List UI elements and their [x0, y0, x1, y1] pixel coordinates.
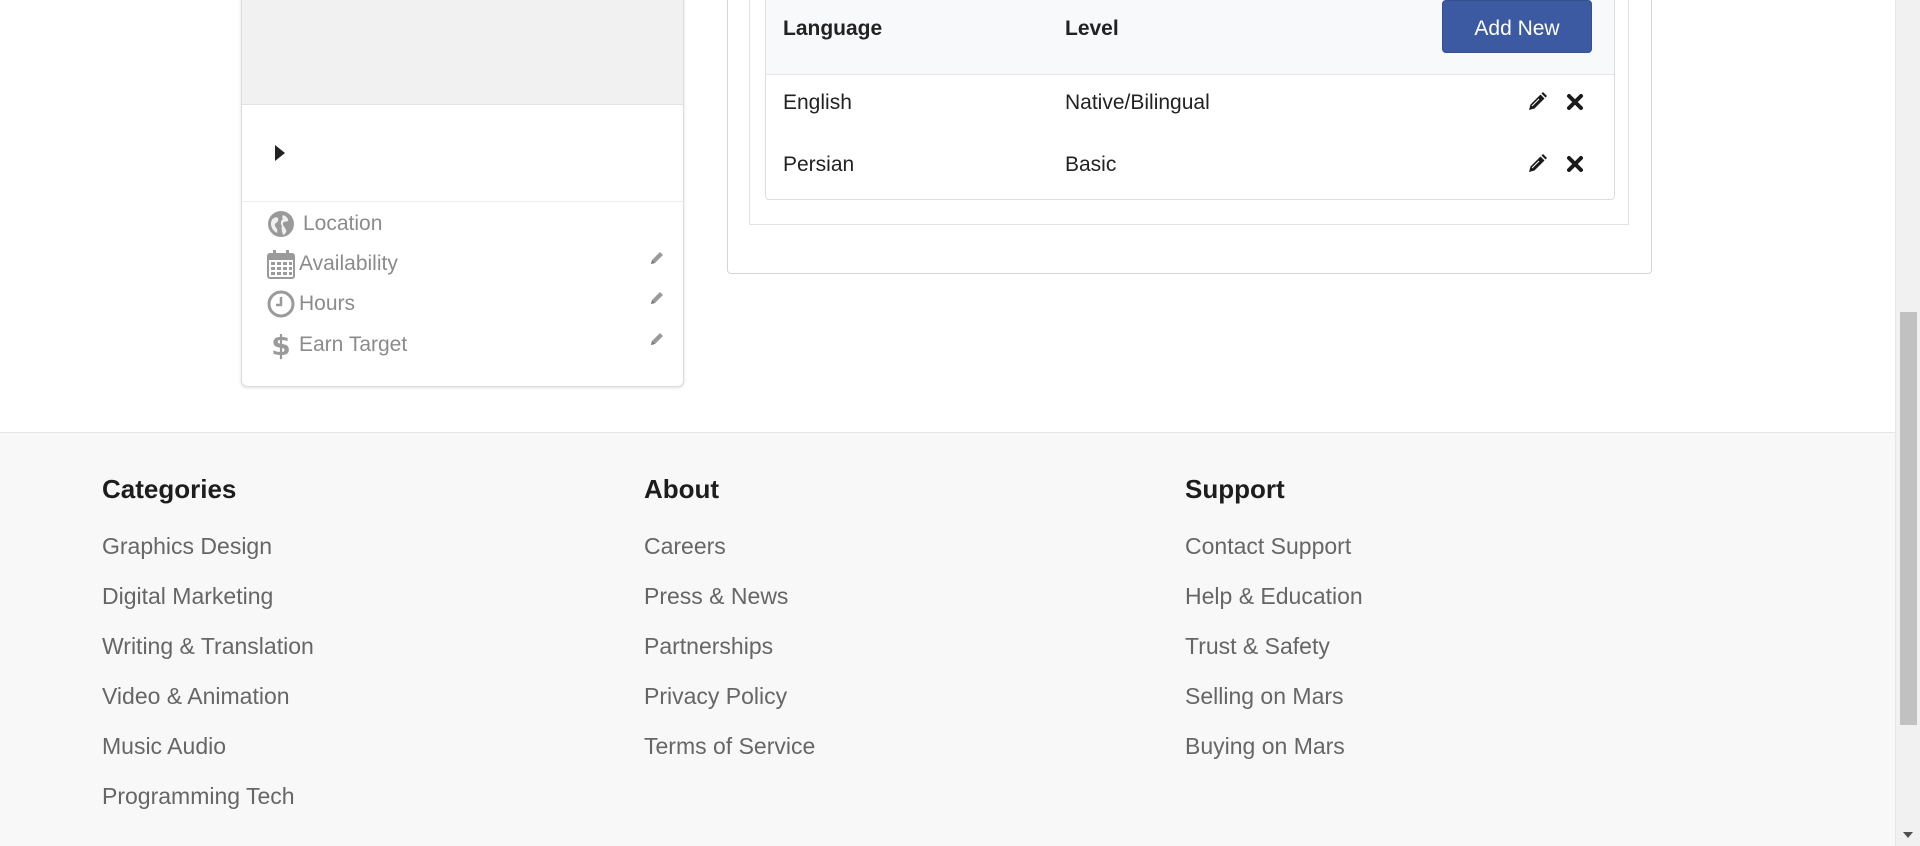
add-language-button[interactable]: Add New — [1442, 0, 1592, 53]
footer-about-title: About — [644, 474, 720, 504]
language-cell: Persian — [783, 153, 855, 176]
clock-icon — [267, 290, 295, 318]
footer-link[interactable]: Music Audio — [102, 731, 314, 781]
hours-row: Hours — [266, 287, 666, 323]
page-scrollbar[interactable] — [1895, 0, 1920, 846]
level-cell: Native/Bilingual — [1065, 91, 1210, 114]
footer-link[interactable]: Selling on Mars — [1185, 681, 1363, 731]
edit-availability-icon[interactable] — [648, 249, 666, 267]
edit-language-icon[interactable] — [1526, 91, 1548, 113]
edit-language-icon[interactable] — [1526, 153, 1548, 175]
footer-link[interactable]: Buying on Mars — [1185, 731, 1363, 781]
dollar-icon: $ — [271, 330, 290, 360]
footer-link[interactable]: Press & News — [644, 581, 815, 631]
calendar-icon — [267, 250, 295, 279]
play-icon[interactable] — [275, 145, 285, 161]
footer-support-column: Support Contact Support Help & Education… — [1185, 469, 1363, 781]
svg-text:$: $ — [271, 330, 290, 360]
languages-table: Language Level Add New English Native/Bi… — [765, 0, 1615, 200]
footer-link[interactable]: Contact Support — [1185, 531, 1363, 581]
level-cell: Basic — [1065, 153, 1117, 176]
footer-categories-links: Graphics Design Digital Marketing Writin… — [102, 531, 314, 831]
delete-language-icon[interactable] — [1564, 153, 1586, 175]
scrollbar-thumb[interactable] — [1900, 312, 1917, 725]
delete-language-icon[interactable] — [1564, 91, 1586, 113]
footer-link[interactable]: Terms of Service — [644, 731, 815, 781]
languages-table-header: Language Level Add New — [766, 0, 1614, 75]
footer-about-column: About Careers Press & News Partnerships … — [644, 469, 815, 781]
table-row: English Native/Bilingual — [766, 75, 1614, 135]
language-cell: English — [783, 91, 852, 114]
earn-target-row: $ Earn Target — [266, 328, 666, 364]
earn-target-label: Earn Target — [299, 333, 408, 356]
footer-link[interactable]: Programming Tech — [102, 781, 314, 831]
footer-link[interactable]: Careers — [644, 531, 815, 581]
scroll-down-arrow-icon[interactable] — [1903, 832, 1913, 838]
intro-video-area[interactable] — [242, 0, 683, 105]
language-column-header: Language — [783, 17, 883, 40]
location-row: Location — [266, 207, 666, 243]
availability-label: Availability — [299, 252, 398, 275]
languages-section: Language Level Add New English Native/Bi… — [727, 0, 1652, 274]
page-viewport: Location Availability Hours $ Earn Targe… — [0, 0, 1920, 846]
footer-support-links: Contact Support Help & Education Trust &… — [1185, 531, 1363, 781]
profile-card: Location Availability Hours $ Earn Targe… — [241, 0, 684, 387]
footer-link[interactable]: Trust & Safety — [1185, 631, 1363, 681]
footer-categories-column: Categories Graphics Design Digital Marke… — [102, 469, 314, 831]
globe-icon — [268, 211, 294, 237]
footer-link[interactable]: Graphics Design — [102, 531, 314, 581]
footer-link[interactable]: Digital Marketing — [102, 581, 314, 631]
table-row: Persian Basic — [766, 137, 1614, 197]
location-label: Location — [303, 212, 383, 235]
site-footer: Categories Graphics Design Digital Marke… — [0, 432, 1895, 846]
level-column-header: Level — [1065, 17, 1119, 40]
edit-earn-target-icon[interactable] — [648, 330, 666, 348]
footer-link[interactable]: Writing & Translation — [102, 631, 314, 681]
edit-hours-icon[interactable] — [648, 289, 666, 307]
video-controls — [242, 104, 683, 202]
footer-about-links: Careers Press & News Partnerships Privac… — [644, 531, 815, 781]
footer-link[interactable]: Help & Education — [1185, 581, 1363, 631]
footer-link[interactable]: Video & Animation — [102, 681, 314, 731]
footer-categories-title: Categories — [102, 474, 237, 504]
footer-support-title: Support — [1185, 474, 1285, 504]
hours-label: Hours — [299, 292, 356, 315]
footer-link[interactable]: Partnerships — [644, 631, 815, 681]
footer-link[interactable]: Privacy Policy — [644, 681, 815, 731]
availability-row: Availability — [266, 247, 666, 283]
